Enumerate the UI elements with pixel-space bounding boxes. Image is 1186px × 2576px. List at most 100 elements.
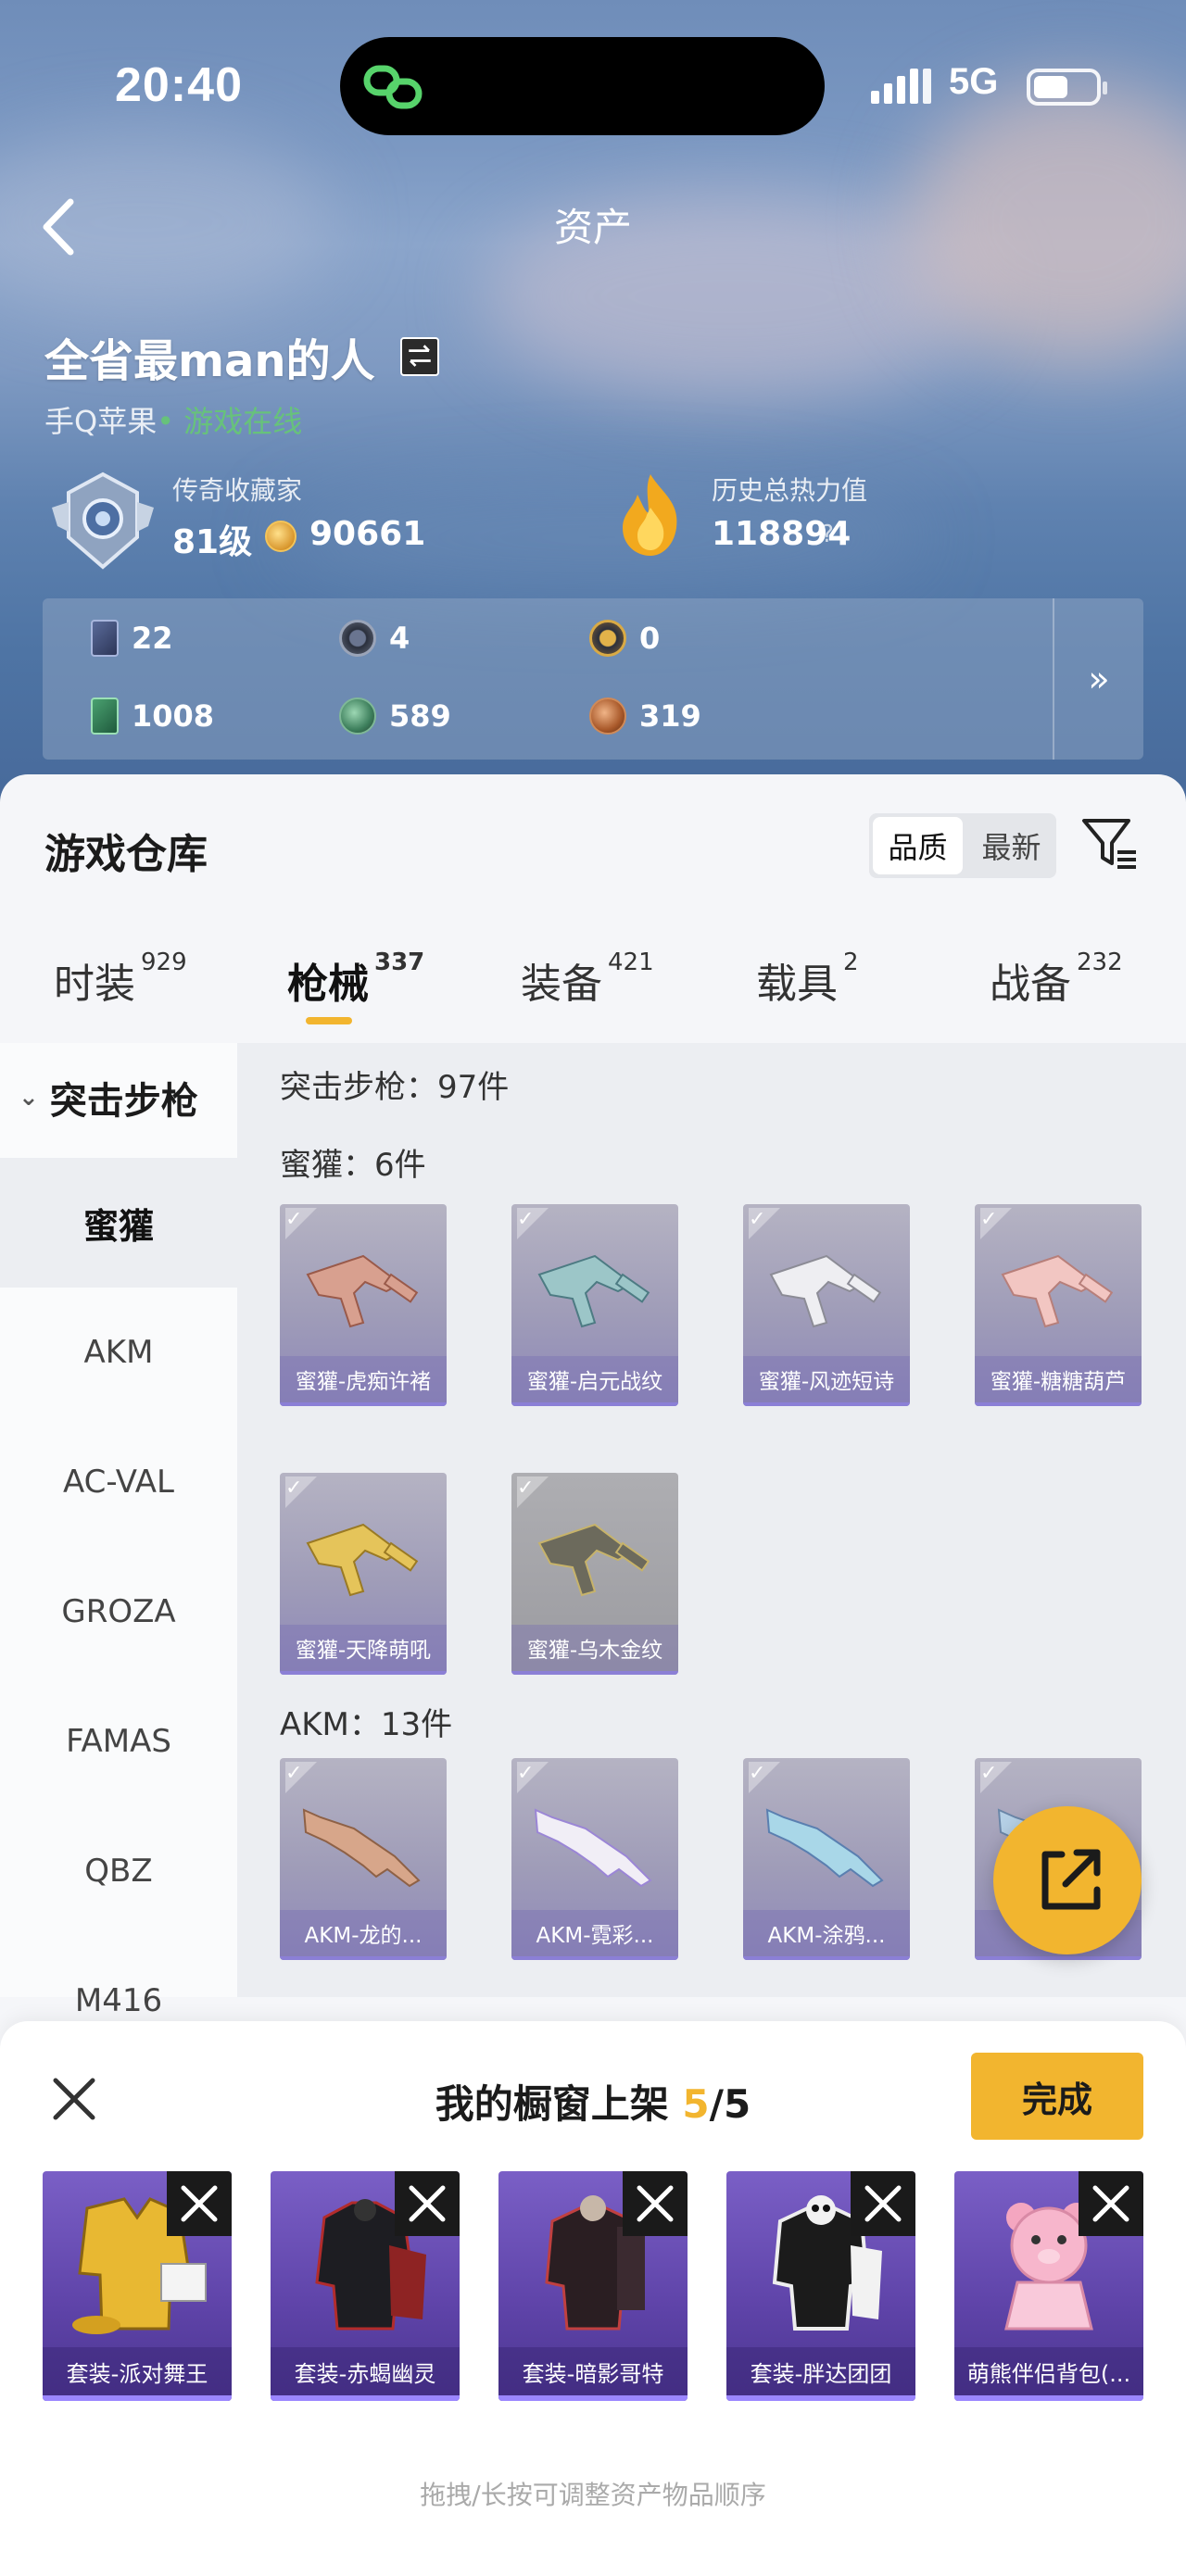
heat-title: 历史总热力值 (712, 475, 868, 506)
tab-supplies[interactable]: 战备 232 (990, 949, 1123, 1010)
done-button[interactable]: 完成 (971, 2053, 1143, 2140)
sidebar-item-famas[interactable]: FAMAS (0, 1677, 237, 1806)
weapon-card[interactable]: ✓ 蜜獾-启元战纹 (511, 1204, 678, 1406)
resource-value: 319 (639, 698, 701, 734)
gold-token-icon (589, 620, 626, 657)
sidebar-item-honey-badger[interactable]: 蜜獾 (0, 1158, 237, 1288)
filter-icon[interactable] (1080, 815, 1138, 873)
tab-label: 载具 (756, 961, 838, 1008)
sidebar-item-groza[interactable]: GROZA (0, 1547, 237, 1677)
remove-button[interactable] (1079, 2171, 1143, 2236)
showcase-slot-label: 套装-胖达团团 (726, 2347, 915, 2395)
warehouse-title: 游戏仓库 (44, 831, 208, 878)
resource-item[interactable]: 319 (589, 693, 701, 739)
check-icon: ✓ (517, 1476, 549, 1508)
showcase-slot-label: 套装-暗影哥特 (498, 2347, 688, 2395)
silver-token-icon (339, 620, 376, 657)
tab-count: 337 (374, 949, 425, 976)
weapon-card[interactable]: ✓ 蜜獾-糖糖葫芦 (975, 1204, 1142, 1406)
weapon-card[interactable]: ✓ 蜜獾-虎痴许褚 (280, 1204, 447, 1406)
rank-badge-icon[interactable] (48, 471, 158, 571)
tab-weapons[interactable]: 枪械 337 (287, 949, 425, 1010)
check-icon: ✓ (749, 1208, 780, 1239)
weapon-card-label: 蜜獾-启元战纹 (511, 1356, 678, 1402)
category-tabs: 时装 929 枪械 337 装备 421 载具 2 战备 232 (0, 949, 1186, 1024)
sort-toggle: 品质 最新 (869, 813, 1056, 878)
resource-value: 589 (389, 698, 451, 734)
online-status: • 游戏在线 (157, 404, 303, 439)
showcase-panel: 我的橱窗上架 5/5 完成 套装-派对舞王 套装-赤蝎幽灵 套装-暗影哥特 套装… (0, 2021, 1186, 2576)
resources-more-button[interactable]: » (1053, 598, 1143, 760)
weapon-card[interactable]: ✓ 蜜獾-风迹短诗 (743, 1204, 910, 1406)
tab-label: 时装 (54, 961, 135, 1008)
tab-vehicles[interactable]: 载具 2 (756, 949, 859, 1010)
resource-item[interactable]: 4 (339, 615, 410, 661)
link-icon (363, 65, 423, 109)
weapon-card[interactable]: ✓ AKM-龙的... (280, 1758, 447, 1960)
sort-latest-button[interactable]: 最新 (966, 813, 1056, 878)
battery-icon (1027, 69, 1107, 106)
card-icon (91, 620, 119, 657)
check-icon: ✓ (285, 1476, 317, 1508)
coin-value: 90661 (309, 515, 426, 553)
close-icon (409, 2185, 446, 2222)
weapon-card-label: 蜜獾-虎痴许褚 (280, 1356, 447, 1402)
tab-label: 战备 (990, 961, 1071, 1008)
smg-icon (537, 1523, 650, 1597)
showcase-slot[interactable]: 套装-暗影哥特 (498, 2171, 688, 2401)
sidebar-item-akm[interactable]: AKM (0, 1288, 237, 1417)
sidebar-category[interactable]: ⌄ 突击步枪 (19, 1071, 198, 1125)
status-time: 20:40 (115, 58, 243, 112)
sort-quality-button[interactable]: 品质 (873, 817, 963, 874)
remove-button[interactable] (851, 2171, 915, 2236)
weapon-card-label: AKM-涂鸦... (743, 1910, 910, 1956)
weapon-card[interactable]: ✓ 蜜獾-天降萌吼 (280, 1473, 447, 1675)
resource-item[interactable]: 22 (91, 615, 173, 661)
tab-fashion[interactable]: 时装 929 (54, 949, 187, 1010)
weapon-card[interactable]: ✓ AKM-霓彩... (511, 1758, 678, 1960)
weapon-card[interactable]: ✓ 蜜獾-乌木金纹 (511, 1473, 678, 1675)
remove-button[interactable] (167, 2171, 232, 2236)
collector-level: 81级 (172, 523, 253, 561)
weapon-card-label: AKM-霓彩... (511, 1910, 678, 1956)
close-icon (1092, 2185, 1129, 2222)
check-icon: ✓ (980, 1762, 1012, 1793)
flame-icon (623, 474, 677, 556)
resource-item[interactable]: 589 (339, 693, 451, 739)
remove-button[interactable] (395, 2171, 460, 2236)
tab-count: 2 (843, 949, 859, 976)
showcase-slot-label: 萌熊伴侣背包(... (954, 2347, 1143, 2395)
smg-icon (537, 1254, 650, 1328)
showcase-slot[interactable]: 套装-胖达团团 (726, 2171, 915, 2401)
help-icon[interactable]: ? (812, 521, 843, 552)
sidebar-item-qbz[interactable]: QBZ (0, 1806, 237, 1936)
weapon-card[interactable]: ✓ AKM-涂鸦... (743, 1758, 910, 1960)
close-icon (864, 2185, 902, 2222)
sidebar-item-ac-val[interactable]: AC-VAL (0, 1417, 237, 1547)
remove-button[interactable] (623, 2171, 688, 2236)
user-name: 全省最man的人 (44, 335, 375, 387)
check-icon: ✓ (980, 1208, 1012, 1239)
check-icon: ✓ (517, 1208, 549, 1239)
share-fab-button[interactable] (993, 1806, 1142, 1954)
weapon-sidebar: ⌄ 突击步枪 蜜獾 AKM AC-VAL GROZA FAMAS QBZ M41… (0, 1043, 237, 2019)
showcase-slot[interactable]: 套装-赤蝎幽灵 (271, 2171, 460, 2401)
showcase-slot[interactable]: 萌熊伴侣背包(... (954, 2171, 1143, 2401)
switch-account-icon[interactable] (400, 337, 439, 376)
resource-item[interactable]: 1008 (91, 693, 214, 739)
showcase-slot[interactable]: 套装-派对舞王 (43, 2171, 232, 2401)
weapon-card-label: 蜜獾-乌木金纹 (511, 1625, 678, 1671)
close-icon (181, 2185, 218, 2222)
sidebar-category-label: 突击步枪 (49, 1080, 198, 1123)
check-icon: ✓ (285, 1208, 317, 1239)
status-bar: 20:40 5G (0, 0, 1186, 176)
network-type: 5G (949, 61, 999, 102)
resource-item[interactable]: 0 (589, 615, 660, 661)
resource-value: 22 (132, 621, 173, 656)
tab-count: 929 (141, 949, 187, 976)
showcase-title-text: 我的橱窗上架 (435, 2081, 669, 2127)
reorder-hint: 拖拽/长按可调整资产物品顺序 (420, 2480, 766, 2510)
showcase-slot-label: 套装-派对舞王 (43, 2347, 232, 2395)
tab-count: 421 (608, 949, 654, 976)
tab-equipment[interactable]: 装备 421 (521, 949, 654, 1010)
